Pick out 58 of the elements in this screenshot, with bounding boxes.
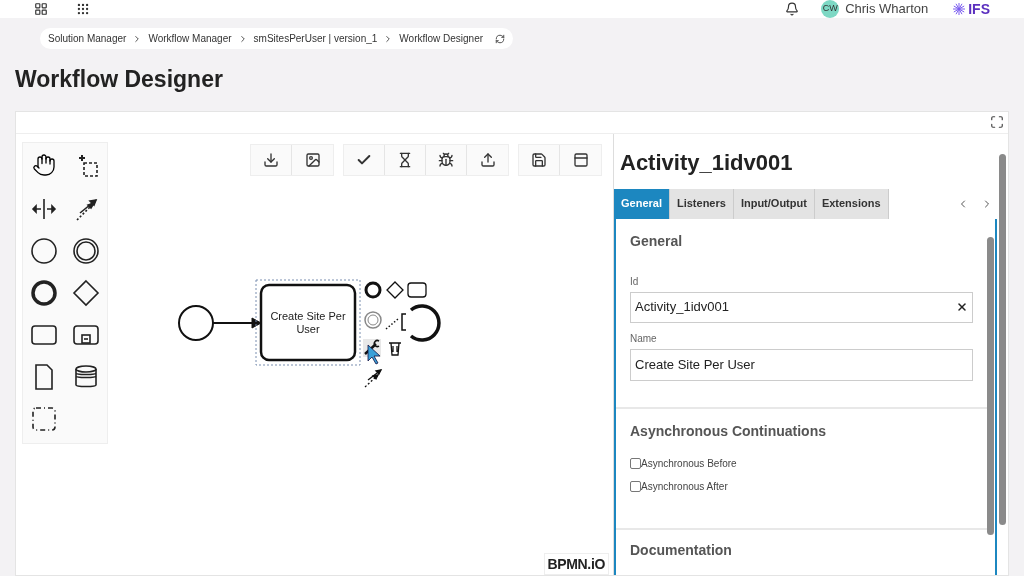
gateway-icon[interactable] — [72, 278, 100, 307]
outer-scrollbar[interactable] — [999, 153, 1006, 525]
page-title: Workflow Designer — [14, 65, 224, 94]
bug-icon — [438, 151, 454, 168]
sequence-flow[interactable] — [212, 317, 262, 328]
field-label: Id — [630, 274, 640, 289]
start-event-icon[interactable] — [30, 236, 58, 265]
user-name[interactable]: Chris Wharton — [845, 0, 929, 19]
properties-tab[interactable]: Input/Output — [733, 188, 815, 219]
panel-icon — [572, 151, 589, 168]
user-avatar[interactable]: CW — [821, 0, 840, 18]
annotation-end-event[interactable] — [401, 303, 441, 342]
hand-tool-icon[interactable] — [32, 152, 56, 177]
inner-scrollbar[interactable] — [987, 236, 994, 535]
properties-tab[interactable]: Listeners — [669, 188, 734, 219]
clear-icon[interactable] — [956, 301, 968, 313]
checkbox[interactable] — [630, 480, 641, 492]
intermediate-event-icon[interactable] — [72, 236, 100, 265]
element-title: Activity_1idv001 — [619, 148, 794, 177]
mouse-cursor-icon — [367, 344, 381, 364]
checkbox-label: Asynchronous After — [641, 479, 728, 494]
image-icon — [304, 151, 321, 168]
breadcrumb-link[interactable]: Solution Manager — [48, 31, 127, 46]
start-event[interactable] — [178, 304, 214, 341]
hourglass-icon — [397, 151, 413, 168]
properties-tab[interactable]: General — [614, 188, 670, 219]
end-event-pad-icon[interactable] — [364, 281, 382, 298]
association-line — [385, 317, 399, 330]
notification-icon[interactable] — [785, 2, 800, 16]
task-pad-icon[interactable] — [407, 281, 427, 298]
connect-pad-icon[interactable] — [364, 368, 383, 388]
breadcrumb-link[interactable]: Workflow Manager — [148, 31, 232, 46]
brand-logo: IFS — [952, 0, 990, 20]
save-icon — [531, 151, 547, 168]
section-heading: Asynchronous Continuations — [630, 421, 827, 441]
fullscreen-icon[interactable] — [990, 115, 1004, 129]
task-label: Create Site Per User — [269, 309, 347, 335]
name-text-area[interactable]: Create Site Per User — [630, 348, 973, 381]
section-heading: General — [630, 231, 684, 251]
apps-icon[interactable] — [34, 2, 48, 16]
gateway-pad-icon[interactable] — [386, 280, 404, 299]
intermediate-event-pad-icon[interactable] — [364, 310, 382, 329]
refresh-icon[interactable] — [495, 33, 506, 44]
id-input-field[interactable]: Activity_1idv001 — [630, 291, 973, 323]
section-heading: Documentation — [630, 540, 733, 560]
properties-tab[interactable]: Extensions — [814, 188, 889, 219]
checkbox[interactable] — [630, 457, 641, 469]
checkbox-label: Asynchronous Before — [641, 456, 737, 471]
end-event-icon[interactable] — [30, 278, 58, 307]
breadcrumb-link[interactable]: smSitesPerUser | version_1 — [253, 31, 378, 46]
group-icon[interactable] — [30, 404, 58, 433]
download-icon — [263, 151, 279, 168]
trash-pad-icon[interactable] — [388, 341, 402, 356]
field-label: Name — [630, 331, 658, 346]
field-value: Activity_1idv001 — [635, 298, 730, 317]
bpmn-logo[interactable]: BPMN.iO — [543, 553, 609, 575]
upload-icon — [479, 151, 496, 168]
grid-icon[interactable] — [76, 2, 90, 16]
